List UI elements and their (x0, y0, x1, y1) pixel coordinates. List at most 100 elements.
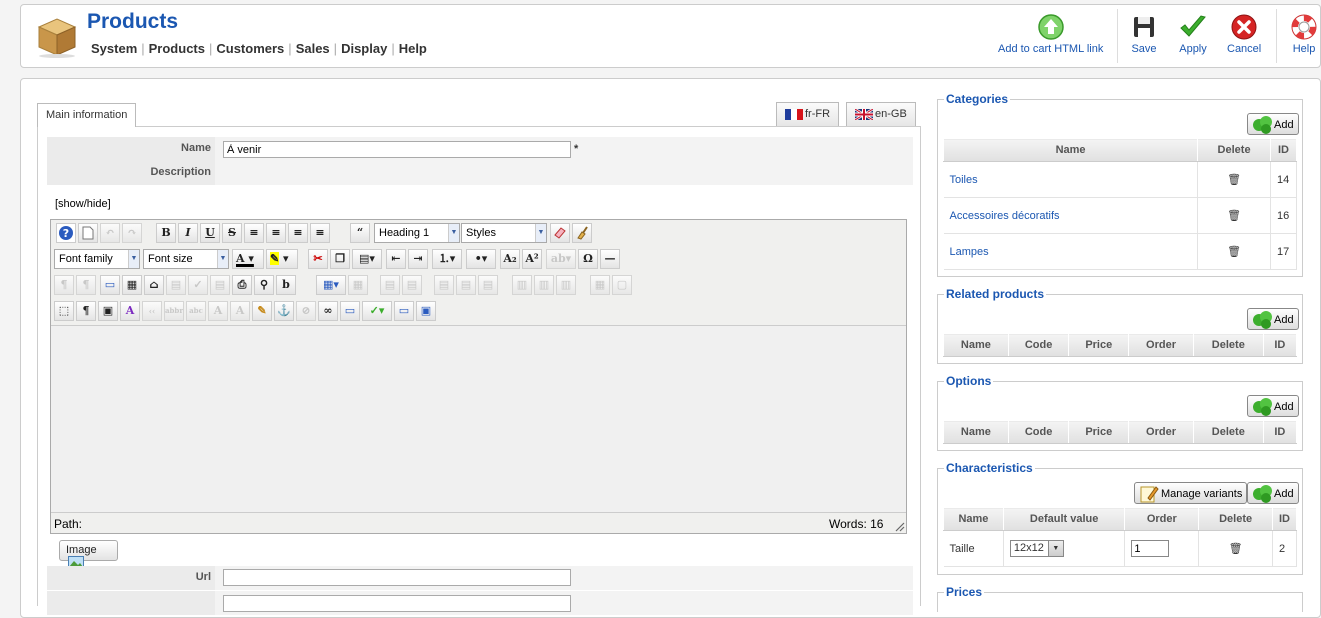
help-icon[interactable]: ? (56, 223, 76, 243)
ltr-icon[interactable]: ¶ (54, 275, 74, 295)
replace-icon[interactable]: b (276, 275, 296, 295)
add-category-button[interactable]: Add (1247, 113, 1299, 135)
highlight-color-icon[interactable]: ✎ ▾ (266, 249, 298, 269)
redo-icon[interactable]: ↷ (122, 223, 142, 243)
save-button[interactable]: Save (1130, 13, 1158, 55)
cut-icon[interactable]: ✂ (308, 249, 328, 269)
editor-content-area[interactable] (51, 325, 906, 513)
menu-help[interactable]: Help (399, 41, 427, 56)
cite-icon[interactable]: ‹‹ (142, 301, 162, 321)
insert-col-before-icon[interactable]: ▥ (512, 275, 532, 295)
menu-display[interactable]: Display (341, 41, 387, 56)
strikethrough-icon[interactable]: S (222, 223, 242, 243)
font-family-select[interactable]: Font family ▼ (54, 249, 140, 269)
menu-sales[interactable]: Sales (296, 41, 330, 56)
template-icon[interactable]: ▤ (166, 275, 186, 295)
media-icon[interactable]: ▣ (416, 301, 436, 321)
align-left-icon[interactable]: ≡ (288, 223, 308, 243)
horizontal-rule-icon[interactable]: — (600, 249, 620, 269)
text-color-icon[interactable]: A ▾ (232, 249, 264, 269)
bullet-list-icon[interactable]: •▾ (466, 249, 496, 269)
unlink-icon[interactable]: ⊘ (296, 301, 316, 321)
delete-col-icon[interactable]: ▥ (556, 275, 576, 295)
anchor-icon[interactable]: ⚓ (274, 301, 294, 321)
underline-icon[interactable]: U (200, 223, 220, 243)
trash-icon[interactable]: 🗑 (1197, 161, 1271, 198)
insert-row-after-icon[interactable]: ▤ (456, 275, 476, 295)
fullscreen-icon[interactable]: ▭ (100, 275, 120, 295)
tab-main-information[interactable]: Main information (37, 103, 137, 127)
category-name-link[interactable]: Lampes (943, 233, 1199, 270)
styles-props-icon[interactable]: A (120, 301, 140, 321)
subscript-icon[interactable]: A₂ (500, 249, 520, 269)
find-icon[interactable]: ⚲ (254, 275, 274, 295)
image-button[interactable]: Image (59, 540, 118, 569)
name-input[interactable] (223, 141, 571, 158)
url-input[interactable] (223, 569, 571, 586)
acronym-icon[interactable]: abc (186, 301, 206, 321)
trash-icon[interactable]: 🗑 (1197, 197, 1271, 234)
cleanup-broom-icon[interactable] (572, 223, 592, 243)
print-icon[interactable]: ⎙ (232, 275, 252, 295)
insert-row-before-icon[interactable]: ▤ (434, 275, 454, 295)
outdent-icon[interactable]: ⇤ (386, 249, 406, 269)
align-justify-icon[interactable]: ≡ (244, 223, 264, 243)
insertion-icon[interactable]: A (230, 301, 250, 321)
preview-icon[interactable]: ▦ (122, 275, 142, 295)
document-icon[interactable]: ▤ (210, 275, 230, 295)
indent-icon[interactable]: ⇥ (408, 249, 428, 269)
apply-button[interactable]: Apply (1178, 13, 1208, 55)
menu-system[interactable]: System (91, 41, 137, 56)
order-input[interactable] (1131, 540, 1170, 557)
next-input[interactable] (223, 595, 571, 612)
add-option-button[interactable]: Add (1247, 395, 1299, 417)
trash-icon[interactable]: 🗑 (1198, 530, 1273, 567)
link-icon[interactable]: ∞ (318, 301, 338, 321)
new-document-icon[interactable] (78, 223, 98, 243)
manage-variants-button[interactable]: Manage variants (1134, 482, 1248, 504)
visual-aid-icon[interactable]: ⬚ (54, 301, 74, 321)
tab-fr-fr[interactable]: fr-FR (776, 102, 840, 126)
align-right-icon[interactable]: ≡ (310, 223, 330, 243)
category-name-link[interactable]: Accessoires décoratifs (943, 197, 1199, 234)
show-blocks-icon[interactable]: ¶ (76, 301, 96, 321)
styles-select[interactable]: Styles ▼ (461, 223, 547, 243)
copy-icon[interactable]: ❐ (330, 249, 350, 269)
cell-props-icon[interactable]: ▤ (402, 275, 422, 295)
blockquote-icon[interactable]: “ (350, 223, 370, 243)
abbr-icon[interactable]: abbr (164, 301, 184, 321)
language-icon[interactable]: ab▾ (546, 249, 576, 269)
delete-table-icon[interactable]: ▦ (348, 275, 368, 295)
deletion-icon[interactable]: A (208, 301, 228, 321)
insert-col-after-icon[interactable]: ▥ (534, 275, 554, 295)
paste-icon[interactable]: ▤▾ (352, 249, 382, 269)
resize-grip-icon[interactable] (893, 520, 905, 532)
merge-cells-icon[interactable]: ▢ (612, 275, 632, 295)
delete-row-icon[interactable]: ▤ (478, 275, 498, 295)
add-to-cart-link-button[interactable]: Add to cart HTML link (998, 13, 1103, 55)
menu-customers[interactable]: Customers (216, 41, 284, 56)
bold-icon[interactable]: B (156, 223, 176, 243)
attributes-icon[interactable]: ✎ (252, 301, 272, 321)
table-icon[interactable]: ▦▾ (316, 275, 346, 295)
align-center-icon[interactable]: ≡ (266, 223, 286, 243)
non-breaking-icon[interactable]: ▣ (98, 301, 118, 321)
row-props-icon[interactable]: ▤ (380, 275, 400, 295)
font-size-select[interactable]: Font size ▼ (143, 249, 229, 269)
menu-products[interactable]: Products (149, 41, 205, 56)
show-hide-link[interactable]: [show/hide] (55, 198, 111, 210)
italic-icon[interactable]: I (178, 223, 198, 243)
spellcheck-icon[interactable]: ✓▾ (362, 301, 392, 321)
eraser-icon[interactable] (550, 223, 570, 243)
special-character-icon[interactable]: Ω (578, 249, 598, 269)
cancel-button[interactable]: Cancel (1227, 13, 1261, 55)
rtl-icon[interactable]: ¶ (76, 275, 96, 295)
help-button[interactable]: Help (1290, 13, 1318, 55)
add-characteristic-button[interactable]: Add (1247, 482, 1299, 504)
trash-icon[interactable]: 🗑 (1197, 233, 1271, 270)
format-select[interactable]: Heading 1 ▼ (374, 223, 460, 243)
image-icon[interactable]: ▭ (340, 301, 360, 321)
superscript-icon[interactable]: A² (522, 249, 542, 269)
tab-en-gb[interactable]: en-GB (846, 102, 916, 126)
category-name-link[interactable]: Toiles (943, 161, 1199, 198)
